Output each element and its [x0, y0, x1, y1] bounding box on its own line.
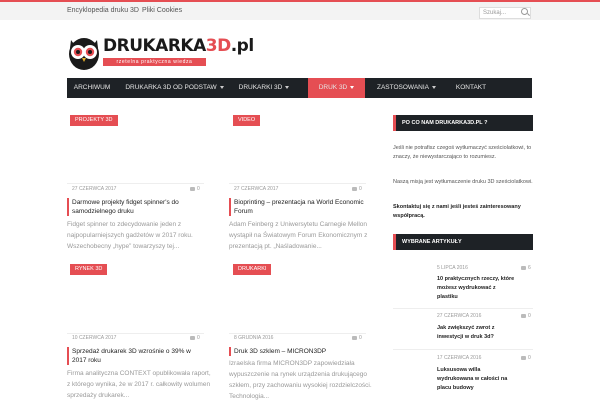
main-nav: ARCHIWUM DRUKARKA 3D OD PODSTAW DRUKARKI… — [67, 78, 532, 98]
post-category-badge[interactable]: RYNEK 3D — [70, 264, 108, 275]
featured-comments[interactable]: 0 — [521, 355, 531, 361]
top-link-encyclopedia[interactable]: Encyklopedia druku 3D — [67, 7, 139, 14]
post-title[interactable]: Bioprinting – prezentacja na World Econo… — [229, 198, 369, 216]
divider — [393, 308, 533, 309]
logo-tagline: rzetelna praktyczna wiedza — [103, 58, 206, 66]
post-date: 27 CZERWCA 2017 — [234, 186, 279, 192]
post-excerpt: Izraelska firma MICRON3DP zapowiedziała … — [229, 360, 372, 400]
nav-item-druk-3d[interactable]: DRUK 3D — [308, 78, 365, 98]
featured-title[interactable]: Luksusowa willa wydrukowana w całości na… — [437, 366, 517, 393]
comment-icon — [521, 313, 526, 318]
logo-wordmark: DRUKARKA3D.pl — [103, 36, 254, 56]
post-excerpt: Fidget spinner to zdecydowanie jeden z n… — [67, 221, 193, 250]
top-link-cookies[interactable]: Pliki Cookies — [142, 7, 182, 14]
post-comments[interactable]: 0 — [190, 186, 200, 192]
featured-date: 17 CZERWCA 2016 — [437, 355, 482, 361]
post-comments[interactable]: 0 — [190, 335, 200, 341]
post-comments[interactable]: 0 — [352, 186, 362, 192]
comment-icon — [190, 186, 195, 191]
post-title[interactable]: Darmowe projekty fidget spinner's do sam… — [67, 198, 197, 216]
sidebar-featured-heading: WYBRANE ARTYKUŁY — [393, 234, 533, 250]
post-title[interactable]: Sprzedaż drukarek 3D wzrośnie o 39% w 20… — [67, 347, 197, 365]
comment-icon — [190, 335, 195, 340]
nav-item-archiwum[interactable]: ARCHIWUM — [67, 78, 117, 98]
post-category-badge[interactable]: PROJEKTY 3D — [70, 115, 118, 126]
post-category-badge[interactable]: VIDEO — [233, 115, 261, 126]
featured-date: 5 LIPCA 2016 — [437, 265, 468, 271]
nav-item-drukarki-3d[interactable]: DRUKARKI 3D — [231, 78, 297, 98]
nav-item-drukarka-3d-od-podstaw[interactable]: DRUKARKA 3D OD PODSTAW — [119, 78, 230, 98]
post-date: 8 GRUDNIA 2016 — [234, 335, 274, 341]
owl-logo-icon — [69, 38, 99, 70]
featured-title[interactable]: 10 praktycznych rzeczy, które możesz wyd… — [437, 275, 517, 302]
featured-title[interactable]: Jak zwiększyć zwrot z inwestycji w druk … — [437, 324, 517, 342]
featured-date: 27 CZERWCA 2016 — [437, 313, 482, 319]
featured-comments[interactable]: 0 — [521, 313, 531, 319]
post-excerpt: Firma analityczna CONTEXT opublikowała r… — [67, 370, 211, 399]
sidebar-about-text: Jeśli nie potrafisz czegoś wytłumaczyć s… — [393, 145, 532, 160]
post-excerpt: Adam Feinberg z Uniwersytetu Carnegie Me… — [229, 221, 368, 250]
divider — [229, 183, 366, 184]
comment-icon — [352, 335, 357, 340]
featured-comments[interactable]: 6 — [521, 265, 531, 271]
nav-item-kontakt[interactable]: KONTAKT — [450, 78, 492, 98]
search-icon[interactable] — [521, 8, 528, 15]
post-date: 10 CZERWCA 2017 — [72, 335, 117, 341]
sidebar-about-text: Naszą misją jest wytłumaczenie druku 3D … — [393, 179, 533, 185]
site-logo[interactable]: DRUKARKA3D.pl rzetelna praktyczna wiedza — [67, 30, 254, 72]
post-date: 27 CZERWCA 2017 — [72, 186, 117, 192]
comment-icon — [521, 355, 526, 360]
post-category-badge[interactable]: DRUKARKI — [233, 264, 272, 275]
comment-icon — [521, 265, 526, 270]
sidebar-about-heading: PO CO NAM DRUKARKA3D.PL ? — [393, 115, 533, 131]
divider — [67, 333, 204, 334]
post-comments[interactable]: 0 — [352, 335, 362, 341]
chevron-down-icon — [350, 85, 355, 89]
chevron-down-icon — [219, 85, 224, 89]
nav-item-zastosowania[interactable]: ZASTOSOWANIA — [369, 78, 444, 98]
divider — [393, 349, 533, 350]
top-bar: Encyklopedia druku 3D Pliki Cookies Szuk… — [0, 0, 600, 20]
divider — [229, 333, 366, 334]
sidebar-contact-text[interactable]: Skontaktuj się z nami jeśli jesteś zaint… — [393, 203, 533, 220]
comment-icon — [352, 186, 357, 191]
post-title[interactable]: Druk 3D szklem – MICRON3DP — [229, 347, 369, 356]
divider — [67, 183, 204, 184]
chevron-down-icon — [285, 85, 290, 89]
chevron-down-icon — [432, 85, 436, 89]
